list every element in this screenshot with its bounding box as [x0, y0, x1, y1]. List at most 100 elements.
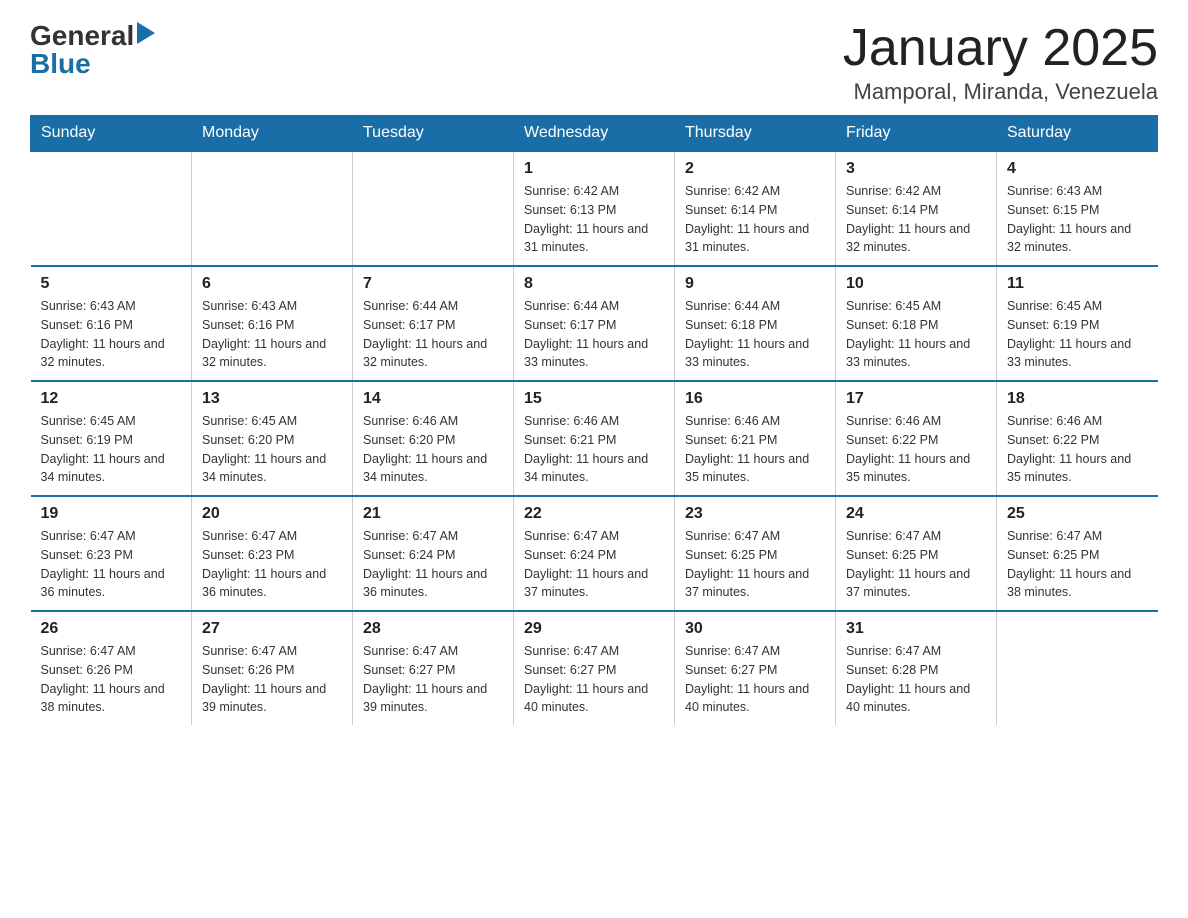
day-info: Sunrise: 6:46 AM Sunset: 6:22 PM Dayligh… [846, 412, 986, 487]
day-number: 4 [1007, 160, 1148, 178]
logo: General Blue [30, 20, 155, 78]
day-number: 11 [1007, 275, 1148, 293]
week-row-3: 12 Sunrise: 6:45 AM Sunset: 6:19 PM Dayli… [31, 381, 1158, 496]
day-number: 6 [202, 275, 342, 293]
day-number: 26 [41, 620, 182, 638]
calendar-cell: 5 Sunrise: 6:43 AM Sunset: 6:16 PM Daylig… [31, 266, 192, 381]
day-number: 17 [846, 390, 986, 408]
day-info: Sunrise: 6:45 AM Sunset: 6:18 PM Dayligh… [846, 297, 986, 372]
calendar-cell: 20Sunrise: 6:47 AM Sunset: 6:23 PM Dayli… [192, 496, 353, 611]
day-of-week-friday: Friday [836, 116, 997, 152]
week-row-5: 26 Sunrise: 6:47 AM Sunset: 6:26 PM Dayli… [31, 611, 1158, 725]
day-number: 22 [524, 505, 664, 523]
day-number: 5 [41, 275, 182, 293]
logo-blue-text: Blue [30, 50, 155, 78]
day-info: Sunrise: 6:42 AM Sunset: 6:14 PM Dayligh… [846, 182, 986, 257]
day-of-week-monday: Monday [192, 116, 353, 152]
day-info: Sunrise: 6:47 AM Sunset: 6:24 PM Dayligh… [524, 527, 664, 602]
day-info: Sunrise: 6:47 AM Sunset: 6:25 PM Dayligh… [846, 527, 986, 602]
day-number: 30 [685, 620, 825, 638]
calendar-cell: 21 Sunrise: 6:47 AM Sunset: 6:24 PM Dayli… [353, 496, 514, 611]
day-of-week-tuesday: Tuesday [353, 116, 514, 152]
day-number: 14 [363, 390, 503, 408]
calendar-cell: 26 Sunrise: 6:47 AM Sunset: 6:26 PM Dayli… [31, 611, 192, 725]
day-number: 13 [202, 390, 342, 408]
day-number: 12 [41, 390, 182, 408]
calendar-cell [353, 151, 514, 266]
day-number: 10 [846, 275, 986, 293]
day-number: 29 [524, 620, 664, 638]
calendar-cell: 4 Sunrise: 6:43 AM Sunset: 6:15 PM Daylig… [997, 151, 1158, 266]
day-info: Sunrise: 6:47 AM Sunset: 6:28 PM Dayligh… [846, 642, 986, 717]
calendar-cell: 16Sunrise: 6:46 AM Sunset: 6:21 PM Dayli… [675, 381, 836, 496]
calendar-cell: 11 Sunrise: 6:45 AM Sunset: 6:19 PM Dayli… [997, 266, 1158, 381]
day-info: Sunrise: 6:43 AM Sunset: 6:15 PM Dayligh… [1007, 182, 1148, 257]
calendar-cell: 3 Sunrise: 6:42 AM Sunset: 6:14 PM Daylig… [836, 151, 997, 266]
calendar-cell: 24 Sunrise: 6:47 AM Sunset: 6:25 PM Dayli… [836, 496, 997, 611]
day-of-week-saturday: Saturday [997, 116, 1158, 152]
logo-arrow-icon [137, 22, 155, 44]
calendar-cell: 23 Sunrise: 6:47 AM Sunset: 6:25 PM Dayli… [675, 496, 836, 611]
calendar-subtitle: Mamporal, Miranda, Venezuela [843, 79, 1158, 105]
calendar-cell: 27Sunrise: 6:47 AM Sunset: 6:26 PM Dayli… [192, 611, 353, 725]
day-info: Sunrise: 6:46 AM Sunset: 6:20 PM Dayligh… [363, 412, 503, 487]
day-info: Sunrise: 6:44 AM Sunset: 6:17 PM Dayligh… [363, 297, 503, 372]
calendar-cell: 28 Sunrise: 6:47 AM Sunset: 6:27 PM Dayli… [353, 611, 514, 725]
calendar-title: January 2025 [843, 20, 1158, 77]
calendar-cell: 25Sunrise: 6:47 AM Sunset: 6:25 PM Dayli… [997, 496, 1158, 611]
day-info: Sunrise: 6:42 AM Sunset: 6:13 PM Dayligh… [524, 182, 664, 257]
day-info: Sunrise: 6:45 AM Sunset: 6:19 PM Dayligh… [1007, 297, 1148, 372]
calendar-cell: 31 Sunrise: 6:47 AM Sunset: 6:28 PM Dayli… [836, 611, 997, 725]
day-info: Sunrise: 6:45 AM Sunset: 6:20 PM Dayligh… [202, 412, 342, 487]
day-info: Sunrise: 6:43 AM Sunset: 6:16 PM Dayligh… [41, 297, 182, 372]
day-info: Sunrise: 6:43 AM Sunset: 6:16 PM Dayligh… [202, 297, 342, 372]
calendar-cell: 13 Sunrise: 6:45 AM Sunset: 6:20 PM Dayli… [192, 381, 353, 496]
day-number: 9 [685, 275, 825, 293]
week-row-1: 1 Sunrise: 6:42 AM Sunset: 6:13 PM Daylig… [31, 151, 1158, 266]
week-row-4: 19Sunrise: 6:47 AM Sunset: 6:23 PM Dayli… [31, 496, 1158, 611]
day-of-week-thursday: Thursday [675, 116, 836, 152]
calendar-cell: 14 Sunrise: 6:46 AM Sunset: 6:20 PM Dayli… [353, 381, 514, 496]
day-number: 23 [685, 505, 825, 523]
calendar-cell: 15Sunrise: 6:46 AM Sunset: 6:21 PM Dayli… [514, 381, 675, 496]
calendar-cell [192, 151, 353, 266]
title-block: January 2025 Mamporal, Miranda, Venezuel… [843, 20, 1158, 105]
day-info: Sunrise: 6:44 AM Sunset: 6:18 PM Dayligh… [685, 297, 825, 372]
day-of-week-sunday: Sunday [31, 116, 192, 152]
calendar-cell: 9 Sunrise: 6:44 AM Sunset: 6:18 PM Daylig… [675, 266, 836, 381]
day-number: 27 [202, 620, 342, 638]
day-number: 21 [363, 505, 503, 523]
day-number: 24 [846, 505, 986, 523]
day-info: Sunrise: 6:42 AM Sunset: 6:14 PM Dayligh… [685, 182, 825, 257]
calendar-cell: 22 Sunrise: 6:47 AM Sunset: 6:24 PM Dayli… [514, 496, 675, 611]
day-number: 31 [846, 620, 986, 638]
day-number: 28 [363, 620, 503, 638]
header: General Blue January 2025 Mamporal, Mira… [30, 20, 1158, 105]
day-info: Sunrise: 6:47 AM Sunset: 6:23 PM Dayligh… [41, 527, 182, 602]
calendar-cell: 1 Sunrise: 6:42 AM Sunset: 6:13 PM Daylig… [514, 151, 675, 266]
day-number: 25 [1007, 505, 1148, 523]
day-number: 1 [524, 160, 664, 178]
calendar-table: SundayMondayTuesdayWednesdayThursdayFrid… [30, 115, 1158, 725]
calendar-cell [31, 151, 192, 266]
calendar-cell: 29Sunrise: 6:47 AM Sunset: 6:27 PM Dayli… [514, 611, 675, 725]
calendar-cell: 12 Sunrise: 6:45 AM Sunset: 6:19 PM Dayli… [31, 381, 192, 496]
day-info: Sunrise: 6:46 AM Sunset: 6:22 PM Dayligh… [1007, 412, 1148, 487]
day-info: Sunrise: 6:47 AM Sunset: 6:25 PM Dayligh… [685, 527, 825, 602]
day-info: Sunrise: 6:45 AM Sunset: 6:19 PM Dayligh… [41, 412, 182, 487]
day-number: 3 [846, 160, 986, 178]
day-info: Sunrise: 6:47 AM Sunset: 6:24 PM Dayligh… [363, 527, 503, 602]
calendar-cell [997, 611, 1158, 725]
day-number: 20 [202, 505, 342, 523]
day-info: Sunrise: 6:47 AM Sunset: 6:27 PM Dayligh… [363, 642, 503, 717]
week-row-2: 5 Sunrise: 6:43 AM Sunset: 6:16 PM Daylig… [31, 266, 1158, 381]
day-number: 2 [685, 160, 825, 178]
day-info: Sunrise: 6:47 AM Sunset: 6:26 PM Dayligh… [41, 642, 182, 717]
calendar-cell: 8Sunrise: 6:44 AM Sunset: 6:17 PM Daylig… [514, 266, 675, 381]
calendar-cell: 7Sunrise: 6:44 AM Sunset: 6:17 PM Daylig… [353, 266, 514, 381]
calendar-cell: 18Sunrise: 6:46 AM Sunset: 6:22 PM Dayli… [997, 381, 1158, 496]
day-info: Sunrise: 6:46 AM Sunset: 6:21 PM Dayligh… [524, 412, 664, 487]
day-info: Sunrise: 6:46 AM Sunset: 6:21 PM Dayligh… [685, 412, 825, 487]
calendar-cell: 30 Sunrise: 6:47 AM Sunset: 6:27 PM Dayli… [675, 611, 836, 725]
day-info: Sunrise: 6:47 AM Sunset: 6:27 PM Dayligh… [685, 642, 825, 717]
